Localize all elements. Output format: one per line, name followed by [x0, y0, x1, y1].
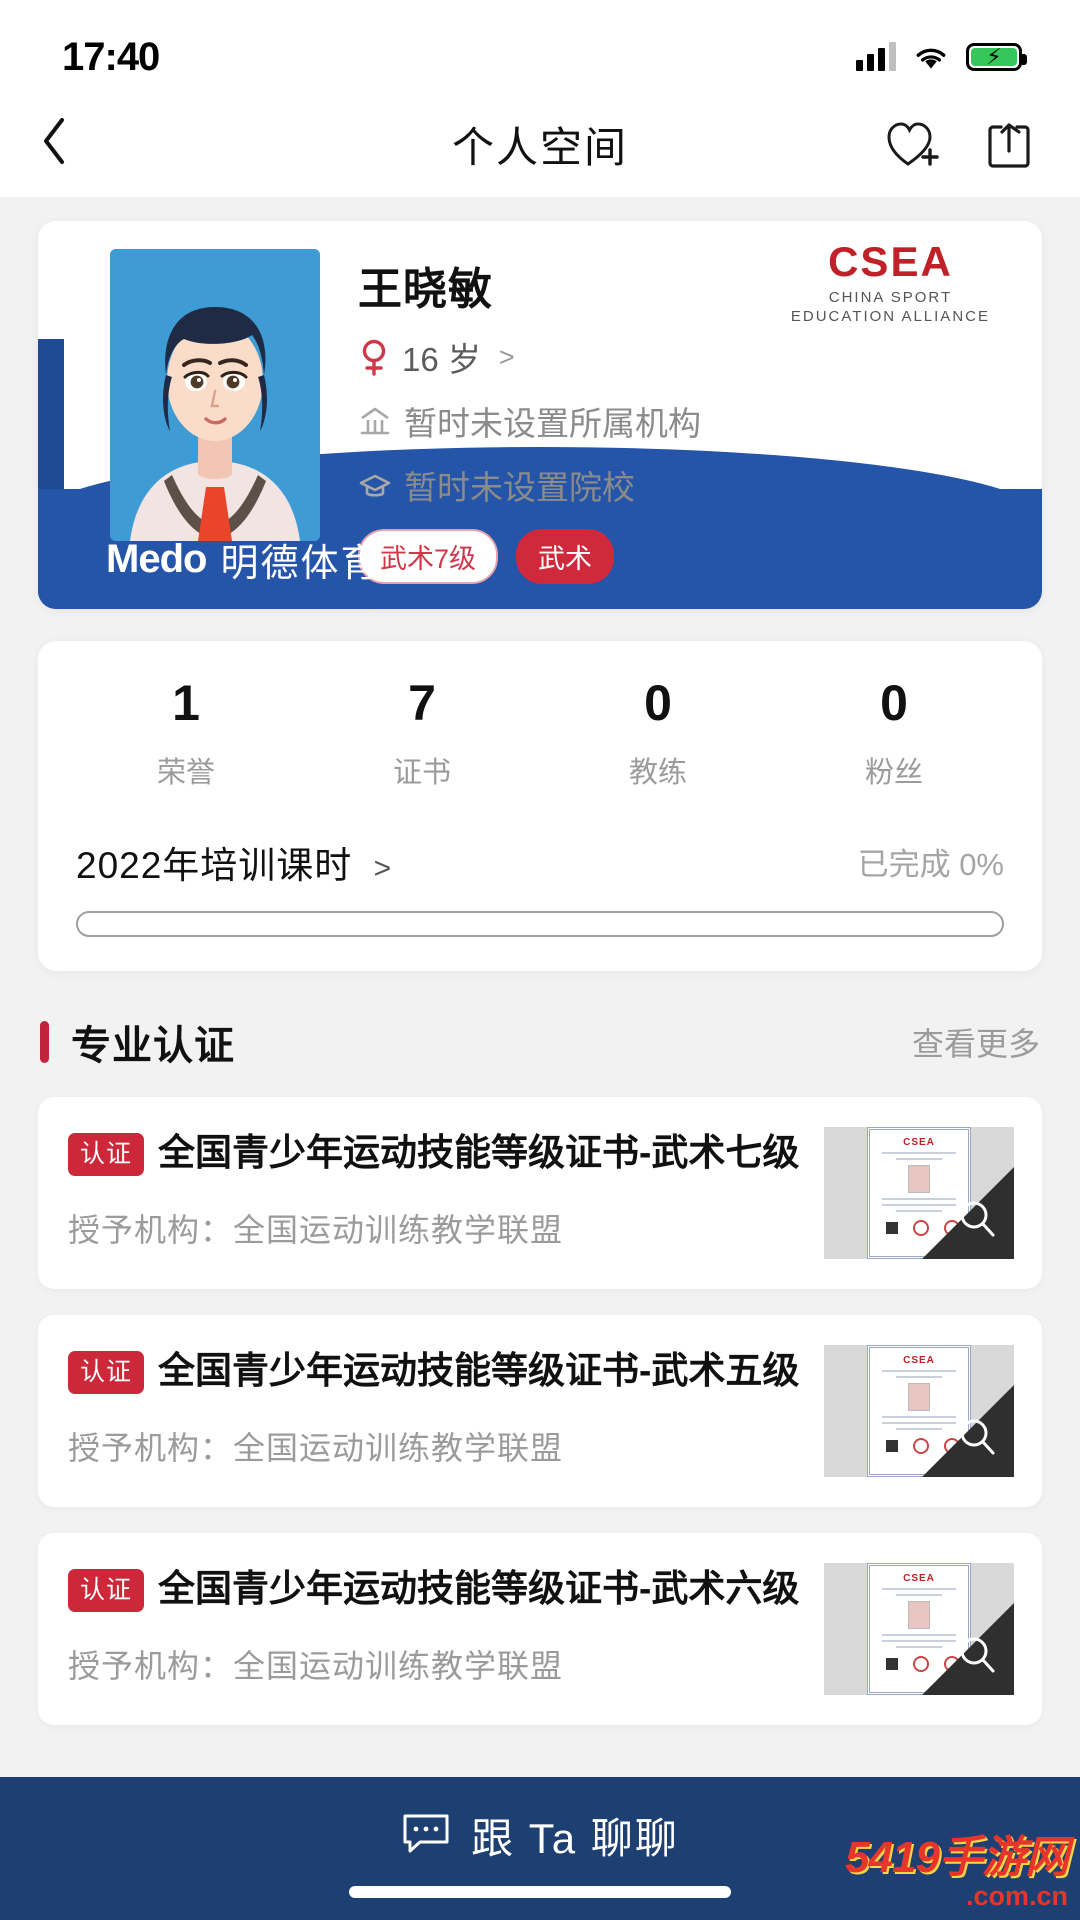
training-hours-title: 2022年培训课时 >: [76, 835, 392, 889]
graduation-cap-icon: [358, 468, 392, 502]
page-content: 王晓敏 16 岁 >: [0, 221, 1080, 1725]
stat-honor[interactable]: 1 荣誉: [68, 675, 304, 791]
thumb-csea-mark: CSEA: [870, 1355, 968, 1366]
brand-name-cn: 明德体育: [220, 532, 380, 587]
view-more-link[interactable]: 查看更多: [912, 1019, 1040, 1065]
chevron-right-icon: >: [374, 852, 393, 885]
certificate-card[interactable]: 认证全国青少年运动技能等级证书-武术五级 授予机构：全国运动训练教学联盟 CSE…: [38, 1315, 1042, 1507]
certificate-issuer: 授予机构：全国运动训练教学联盟: [68, 1205, 802, 1251]
certificate-title-row: 认证全国青少年运动技能等级证书-武术五级: [68, 1345, 802, 1398]
csea-line1: CHINA SPORT: [791, 289, 990, 306]
tag-sport[interactable]: 武术: [516, 529, 614, 584]
certificate-info: 认证全国青少年运动技能等级证书-武术七级 授予机构：全国运动训练教学联盟: [68, 1127, 824, 1252]
section-title: 专业认证: [71, 1013, 235, 1071]
stat-value: 7: [304, 675, 540, 733]
certified-badge: 认证: [68, 1351, 144, 1395]
training-progress-bar: [76, 911, 1004, 937]
profile-org-row: 暂时未设置所属机构: [358, 397, 1042, 445]
certificate-issuer: 授予机构：全国运动训练教学联盟: [68, 1423, 802, 1469]
profile-card[interactable]: 王晓敏 16 岁 >: [38, 221, 1042, 609]
magnifier-icon[interactable]: [956, 1416, 998, 1463]
magnifier-icon[interactable]: [956, 1198, 998, 1245]
chat-button[interactable]: 跟 Ta 聊聊: [401, 1805, 679, 1866]
share-icon[interactable]: [986, 119, 1032, 171]
chat-button-label: 跟 Ta 聊聊: [471, 1805, 679, 1866]
thumb-csea-mark: CSEA: [870, 1573, 968, 1584]
certificate-issuer: 授予机构：全国运动训练教学联盟: [68, 1641, 802, 1687]
female-gender-icon: [358, 338, 390, 376]
profile-school: 暂时未设置院校: [404, 461, 635, 509]
stat-certificate[interactable]: 7 证书: [304, 675, 540, 791]
hot-metric: 0: [358, 606, 419, 609]
stats-row: 1 荣誉 7 证书 0 教练 0 粉丝: [68, 675, 1012, 791]
thumb-csea-mark: CSEA: [870, 1137, 968, 1148]
csea-logo: CSEA CHINA SPORT EDUCATION ALLIANCE: [791, 241, 990, 325]
status-icons: ⚡: [856, 43, 1022, 71]
certificate-card[interactable]: 认证全国青少年运动技能等级证书-武术七级 授予机构：全国运动训练教学联盟 CSE…: [38, 1097, 1042, 1289]
stat-label: 证书: [304, 749, 540, 791]
training-hours-row[interactable]: 2022年培训课时 > 已完成 0%: [68, 835, 1012, 889]
institution-icon: [358, 404, 392, 438]
status-bar: 17:40 ⚡: [0, 0, 1080, 92]
section-accent-bar: [40, 1021, 49, 1063]
header-actions: [886, 119, 1032, 171]
certificate-thumbnail[interactable]: CSEA: [824, 1563, 1014, 1695]
profile-tags: 武术7级 武术: [358, 529, 1042, 584]
certificate-thumbnail[interactable]: CSEA: [824, 1345, 1014, 1477]
page-header: 个人空间: [0, 92, 1080, 197]
stat-fans[interactable]: 0 粉丝: [776, 675, 1012, 791]
training-hours-label: 2022年培训课时: [76, 845, 352, 886]
profile-age: 16 岁: [402, 333, 481, 381]
certified-badge: 认证: [68, 1133, 144, 1177]
chat-bubble-icon: [401, 1811, 451, 1860]
stat-coach[interactable]: 0 教练: [540, 675, 776, 791]
heart-plus-icon[interactable]: [886, 120, 940, 170]
certificate-info: 认证全国青少年运动技能等级证书-武术六级 授予机构：全国运动训练教学联盟: [68, 1563, 824, 1688]
back-button[interactable]: [40, 116, 110, 173]
stat-value: 0: [540, 675, 776, 733]
brand-name-en: Medo: [106, 537, 206, 582]
age-chevron-icon: >: [499, 342, 515, 373]
certification-section-header: 专业认证 查看更多: [40, 1013, 1040, 1071]
brand-logo: Medo 明德体育: [106, 532, 380, 587]
battery-charging-icon: ⚡: [966, 43, 1022, 71]
csea-mark: CSEA: [791, 241, 990, 283]
certificate-title: 全国青少年运动技能等级证书-武术六级: [158, 1568, 799, 1609]
certificate-title: 全国青少年运动技能等级证书-武术七级: [158, 1132, 799, 1173]
certified-badge: 认证: [68, 1569, 144, 1613]
avatar[interactable]: [110, 249, 320, 541]
stat-value: 1: [68, 675, 304, 733]
bottom-action-bar: 跟 Ta 聊聊: [0, 1777, 1080, 1920]
certificate-title-row: 认证全国青少年运动技能等级证书-武术七级: [68, 1127, 802, 1180]
certificate-title-row: 认证全国青少年运动技能等级证书-武术六级: [68, 1563, 802, 1616]
stat-label: 粉丝: [776, 749, 1012, 791]
certificate-info: 认证全国青少年运动技能等级证书-武术五级 授予机构：全国运动训练教学联盟: [68, 1345, 824, 1470]
stat-label: 荣誉: [68, 749, 304, 791]
csea-line2: EDUCATION ALLIANCE: [791, 308, 990, 325]
training-progress-label: 已完成 0%: [858, 839, 1004, 884]
wifi-icon: [912, 43, 950, 71]
profile-age-row[interactable]: 16 岁 >: [358, 333, 1042, 381]
profile-school-row: 暂时未设置院校: [358, 461, 1042, 509]
magnifier-icon[interactable]: [956, 1634, 998, 1681]
fire-icon: [358, 606, 388, 609]
stat-label: 教练: [540, 749, 776, 791]
status-time: 17:40: [62, 35, 159, 80]
stats-card: 1 荣誉 7 证书 0 教练 0 粉丝 2022年培训课时 > 已完成 0%: [38, 641, 1042, 971]
certificate-card[interactable]: 认证全国青少年运动技能等级证书-武术六级 授予机构：全国运动训练教学联盟 CSE…: [38, 1533, 1042, 1725]
certificate-thumbnail[interactable]: CSEA: [824, 1127, 1014, 1259]
certificate-title: 全国青少年运动技能等级证书-武术五级: [158, 1350, 799, 1391]
stat-value: 0: [776, 675, 1012, 733]
profile-org: 暂时未设置所属机构: [404, 397, 701, 445]
profile-metrics: 0 1184: [358, 606, 1042, 609]
home-indicator: [349, 1886, 731, 1898]
cellular-signal-icon: [856, 43, 896, 71]
